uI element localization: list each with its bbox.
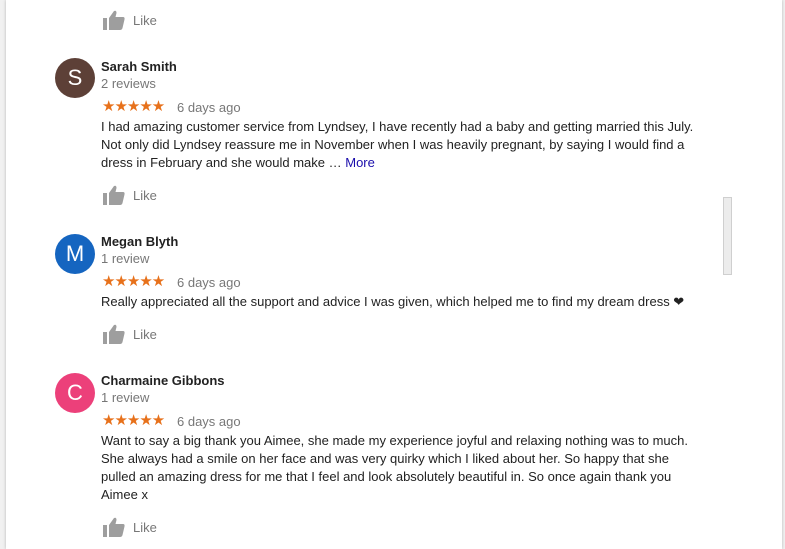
review-text-body: I had amazing customer service from Lynd…	[101, 119, 694, 170]
scrollbar-thumb[interactable]	[723, 197, 732, 275]
review-date: 6 days ago	[177, 100, 241, 115]
avatar-initial: C	[67, 380, 83, 405]
avatar[interactable]: S	[55, 58, 95, 98]
thumbs-up-icon	[103, 10, 125, 30]
like-label: Like	[133, 519, 157, 535]
thumbs-up-icon	[103, 185, 125, 205]
review-text: Really appreciated all the support and a…	[101, 294, 685, 309]
review-text: Want to say a big thank you Aimee, she m…	[101, 433, 689, 502]
thumbs-up-icon	[103, 517, 125, 537]
review-count: 2 reviews	[101, 76, 156, 91]
like-button[interactable]: Like	[102, 516, 157, 538]
star-rating: ★★★★★	[102, 273, 165, 290]
like-button[interactable]: Like	[102, 323, 157, 345]
more-link[interactable]: More	[345, 155, 375, 170]
review-count: 1 review	[101, 251, 150, 266]
like-label: Like	[133, 187, 157, 203]
like-label: Like	[133, 326, 157, 342]
avatar-initial: S	[67, 65, 83, 90]
avatar-initial: M	[65, 241, 85, 266]
review-date: 6 days ago	[177, 414, 241, 429]
reviewer-name[interactable]: Megan Blyth	[101, 234, 178, 249]
review-text: I had amazing customer service from Lynd…	[101, 118, 701, 172]
star-rating: ★★★★★	[102, 98, 165, 115]
avatar[interactable]: C	[55, 373, 95, 413]
star-rating: ★★★★★	[102, 412, 165, 429]
avatar[interactable]: M	[55, 234, 95, 274]
reviewer-name[interactable]: Charmaine Gibbons	[101, 373, 225, 388]
reviews-panel: Like S Sarah Smith 2 reviews ★★★★★ 6 day…	[6, 0, 782, 549]
like-button[interactable]: Like	[102, 184, 157, 206]
thumbs-up-icon	[103, 324, 125, 344]
review-date: 6 days ago	[177, 275, 241, 290]
reviewer-name[interactable]: Sarah Smith	[101, 59, 177, 74]
review-count: 1 review	[101, 390, 150, 405]
like-label: Like	[133, 12, 157, 28]
like-button[interactable]: Like	[102, 9, 157, 31]
